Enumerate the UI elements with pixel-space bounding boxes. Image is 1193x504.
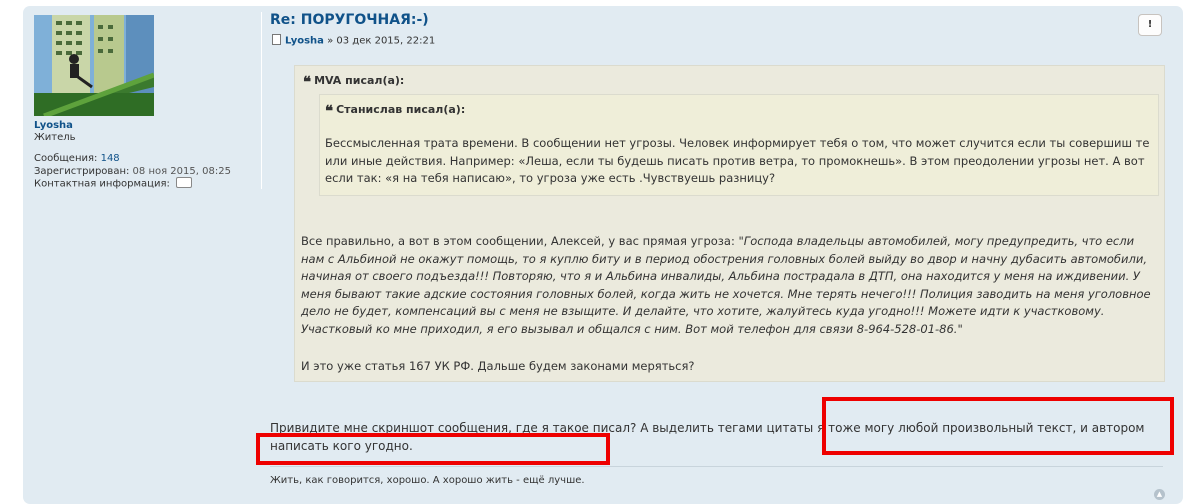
quote-outer-text: Все правильно, а вот в этом сообщении, А… [301,233,1153,338]
post-title[interactable]: Re: ПОРУГОЧНАЯ:-) [270,12,429,28]
quote-inner-text: Бессмысленная трата времени. В сообщении… [325,136,1150,185]
profile-contact-label: Контактная информация: [34,178,170,190]
user-avatar[interactable] [34,15,154,116]
signature-divider [270,466,1163,467]
profile-rank: Житель [34,132,76,143]
quote-outer-italic: "Господа владельцы автомобилей, могу пре… [301,234,1151,336]
quote-mark-icon: ❝ [303,73,312,91]
quote-inner-author: Станислав писал(а): [336,103,466,116]
profile-divider [261,12,262,189]
highlight-box-left [256,433,610,465]
report-button[interactable]: ! [1138,14,1162,36]
back-to-top-icon[interactable]: ▲ [1154,489,1165,500]
quote-mark-icon: ❝ [325,102,334,120]
profile-posts-count[interactable]: 148 [101,153,120,164]
profile-posts-label: Сообщения: [34,153,98,164]
post-meta: Lyosha » 03 дек 2015, 22:21 [272,34,436,47]
signature-text: Жить, как говорится, хорошо. А хорошо жи… [270,475,585,486]
profile-registered: Зарегистрирован: 08 ноя 2015, 08:25 [34,166,231,177]
quote-outer-cite: ❝ MVA писал(а): [303,72,405,91]
meta-separator: » [323,35,337,47]
profile-contact: Контактная информация: [34,177,193,190]
quote-inner-cite: ❝ Станислав писал(а): [325,101,466,120]
post-date: 03 дек 2015, 22:21 [336,35,436,47]
quote-outer-author: MVA писал(а): [314,74,405,87]
profile-registered-date: 08 ноя 2015, 08:25 [132,166,231,177]
profile-registered-label: Зарегистрирован: [34,166,130,177]
profile-username[interactable]: Lyosha [34,120,73,131]
post-author[interactable]: Lyosha [285,36,324,47]
highlight-box-right [822,397,1174,455]
quote-outer-plain: Все правильно, а вот в этом сообщении, А… [301,234,739,248]
contact-info-icon[interactable] [176,177,193,188]
quote-outer-closing: И это уже статья 167 УК РФ. Дальше будем… [301,359,695,373]
profile-posts: Сообщения: 148 [34,153,120,164]
post-icon[interactable] [272,34,281,45]
